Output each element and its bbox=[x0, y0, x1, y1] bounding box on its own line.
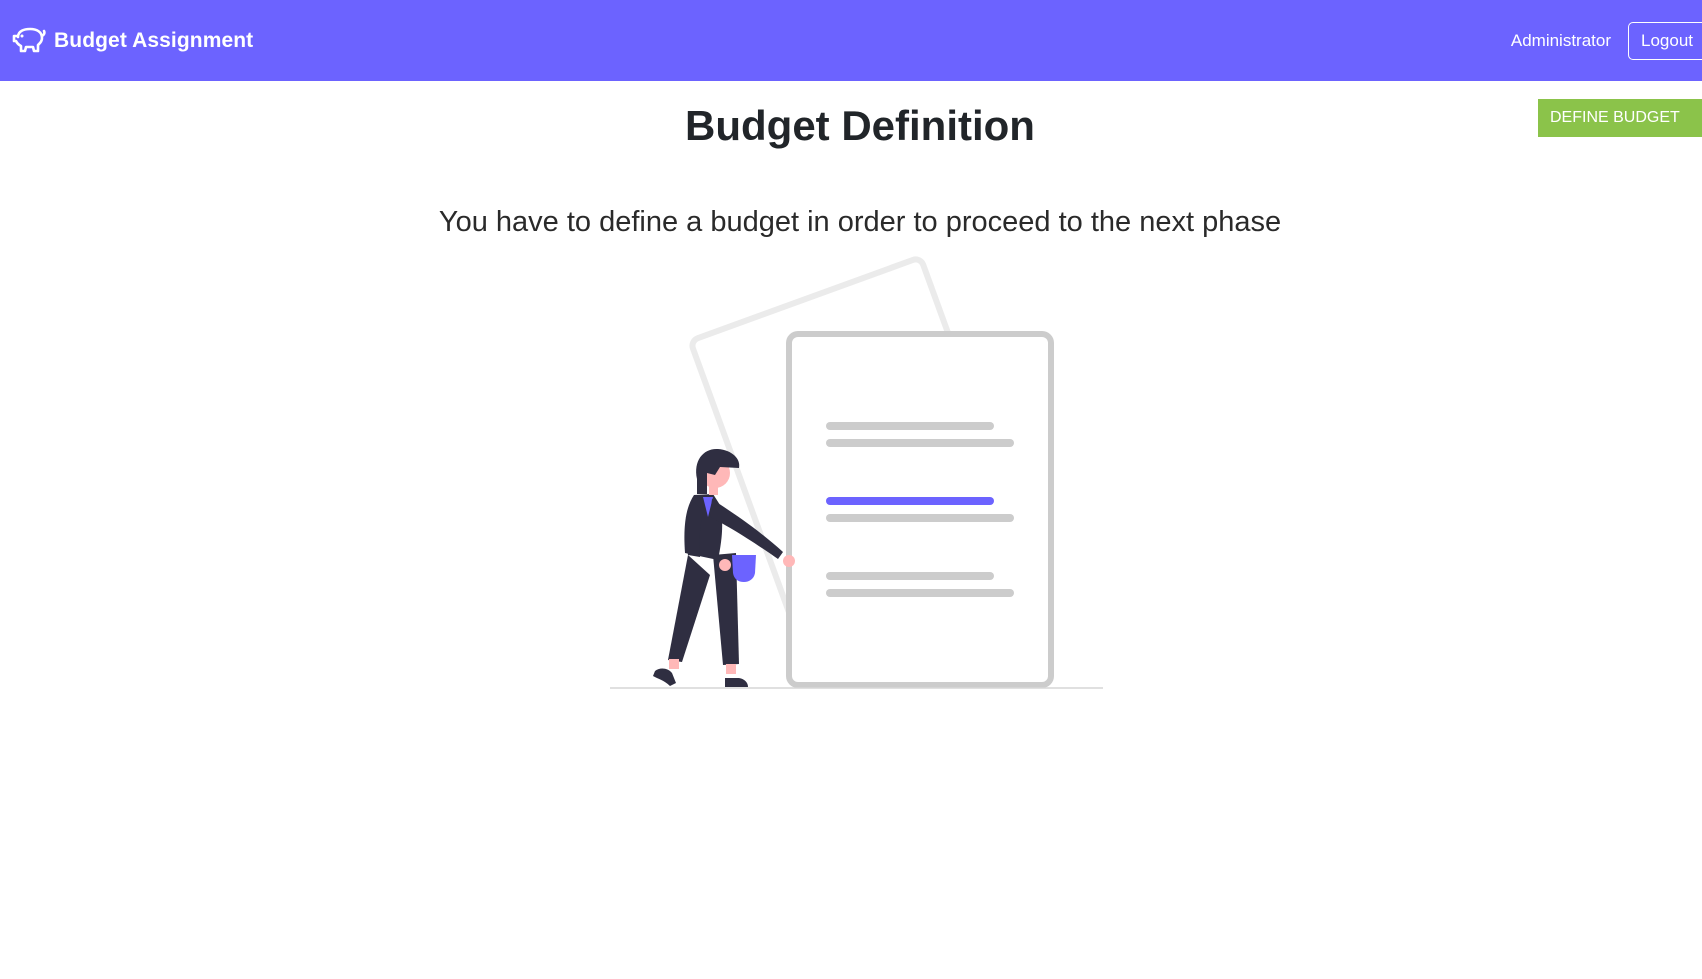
nav-right: Administrator Logout bbox=[1511, 0, 1702, 81]
empty-document-illustration bbox=[608, 255, 1113, 695]
logout-button[interactable]: Logout bbox=[1628, 21, 1702, 60]
define-budget-button[interactable]: DEFINE BUDGET bbox=[1538, 99, 1702, 137]
page-title: Budget Definition bbox=[685, 102, 1035, 149]
front-document-sheet bbox=[786, 331, 1054, 688]
brand-title: Budget Assignment bbox=[54, 28, 254, 52]
brand-link[interactable]: Budget Assignment bbox=[12, 26, 253, 56]
piggy-bank-icon bbox=[12, 26, 46, 56]
navbar: Budget Assignment Administrator Logout bbox=[0, 0, 1702, 81]
page-message: You have to define a budget in order to … bbox=[438, 206, 1282, 238]
user-name: Administrator bbox=[1510, 30, 1611, 50]
